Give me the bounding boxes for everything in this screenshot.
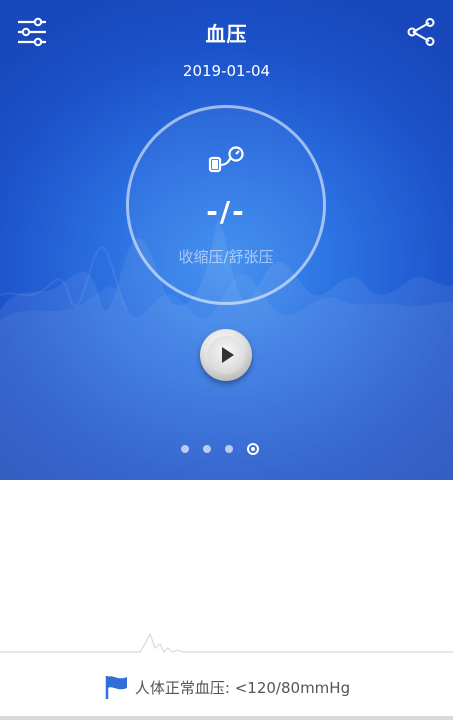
page-indicator: [181, 443, 259, 455]
measurement-date: 2019-01-04: [182, 62, 271, 80]
normal-range-info: 人体正常血压: <120/80mmHg: [0, 670, 453, 704]
blood-pressure-cuff-icon: [208, 146, 244, 173]
reading-value: -/-: [206, 195, 246, 228]
flag-icon: [105, 676, 127, 699]
page-dot-2[interactable]: [203, 445, 211, 453]
measurement-panel: 血压 2019-01-04 -/- 收缩压/舒张压: [0, 0, 453, 480]
share-icon: [407, 18, 435, 46]
play-icon: [222, 347, 234, 363]
page-dot-3[interactable]: [225, 445, 233, 453]
page-dot-1[interactable]: [181, 445, 189, 453]
start-measure-button[interactable]: [200, 329, 252, 381]
page-title: 血压: [205, 22, 248, 46]
ecg-trace: [0, 632, 453, 654]
bottom-divider: [0, 716, 453, 720]
share-button[interactable]: [401, 12, 441, 52]
play-button-face: [207, 336, 245, 374]
reading-caption: 收缩压/舒张压: [178, 248, 274, 266]
normal-range-text: 人体正常血压: <120/80mmHg: [134, 678, 351, 697]
page-dot-4-active[interactable]: [247, 443, 259, 455]
